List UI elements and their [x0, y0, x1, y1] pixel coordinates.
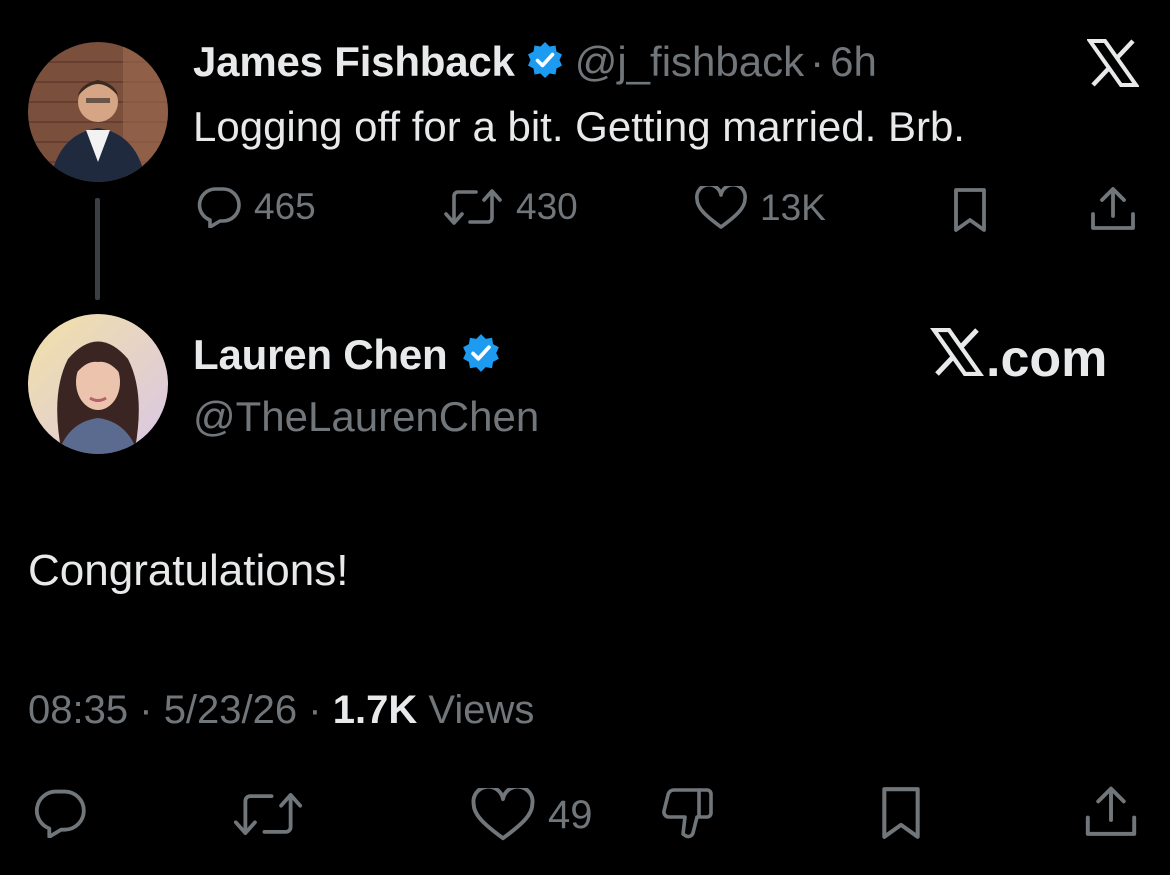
share-icon [1082, 785, 1140, 846]
reply-count: 465 [254, 186, 316, 227]
x-logo-icon[interactable] [1084, 34, 1142, 92]
like-count: 13K [760, 187, 826, 228]
author-name[interactable]: James Fishback [193, 38, 515, 86]
reply-post-header: Lauren Chen [193, 331, 502, 379]
reply-like-count: 49 [548, 792, 593, 837]
reply-icon [196, 186, 242, 228]
original-post-text: Logging off for a bit. Getting married. … [193, 103, 965, 150]
bookmark-button[interactable] [870, 786, 932, 844]
repost-icon [230, 789, 306, 844]
post-time-of-day[interactable]: 08:35 [28, 688, 128, 732]
x-logo-icon [929, 327, 985, 389]
post-date[interactable]: 5/23/26 [164, 688, 297, 732]
bookmark-icon[interactable] [944, 186, 996, 234]
post-metadata: 08:35 · 5/23/26 · 1.7K Views [28, 688, 534, 733]
avatar-lauren-chen[interactable] [28, 314, 168, 454]
reply-button[interactable] [28, 788, 92, 842]
separator-dot: · [308, 688, 322, 732]
repost-count: 430 [516, 186, 578, 227]
bookmark-icon [876, 785, 926, 846]
reply-author-handle[interactable]: @TheLaurenChen [193, 393, 539, 441]
dislike-button[interactable] [656, 786, 722, 844]
author-handle[interactable]: @j_fishback [575, 38, 804, 86]
reply-like-action[interactable]: 49 [470, 788, 593, 842]
original-post-header: James Fishback @j_fishback · 6h [193, 38, 877, 86]
views-label: Views [428, 688, 535, 732]
share-icon[interactable] [1084, 184, 1142, 236]
x-com-watermark: .com [929, 327, 1108, 389]
separator-dot: · [810, 38, 825, 85]
reply-author-name[interactable]: Lauren Chen [193, 331, 448, 379]
views-count: 1.7K [332, 688, 418, 732]
share-button[interactable] [1078, 786, 1144, 844]
avatar-james-fishback[interactable] [28, 42, 168, 182]
verified-badge-icon [460, 332, 502, 379]
post-time[interactable]: 6h [830, 38, 877, 86]
verified-badge-icon [525, 40, 565, 85]
repost-icon [442, 186, 504, 228]
repost-button[interactable] [228, 790, 308, 842]
separator-dot: · [139, 688, 153, 732]
repost-action[interactable]: 430 [442, 186, 578, 228]
reply-icon [31, 788, 89, 843]
brand-suffix: .com [986, 329, 1108, 388]
heart-icon [694, 186, 748, 230]
reply-post-text: Congratulations! [28, 546, 349, 595]
like-action[interactable]: 13K [694, 186, 826, 230]
reply-action[interactable]: 465 [196, 186, 316, 228]
heart-icon [470, 788, 536, 842]
thumbs-down-icon [659, 785, 719, 846]
thread-connector-line [95, 198, 100, 300]
